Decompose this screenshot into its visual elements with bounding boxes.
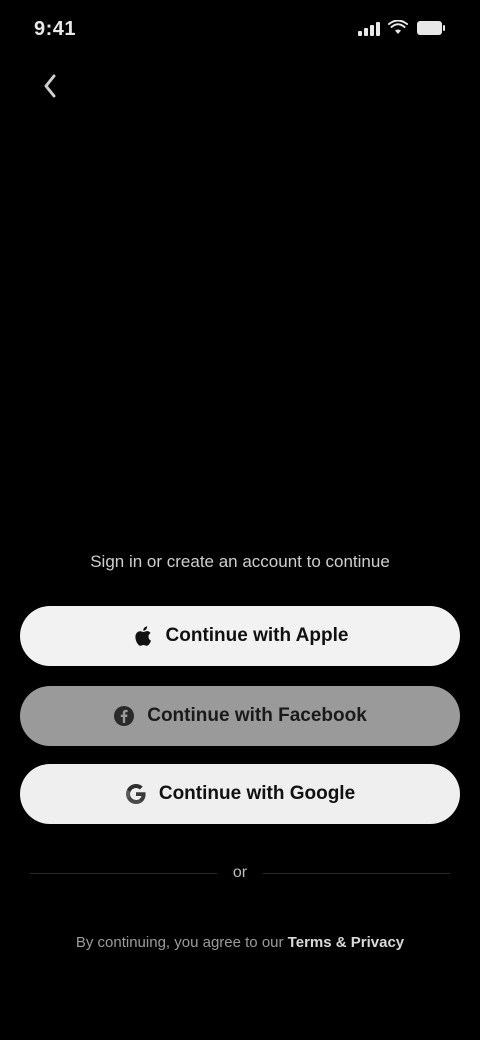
continue-with-google-button[interactable]: Continue with Google <box>20 764 460 824</box>
battery-icon <box>416 20 446 36</box>
continue-with-apple-label: Continue with Apple <box>165 625 349 646</box>
divider-line-left <box>30 872 217 874</box>
signal-icon <box>358 20 380 36</box>
status-time: 9:41 <box>34 18 77 40</box>
screen: 9:41 100 <box>0 0 480 1040</box>
apple-icon <box>132 625 154 647</box>
terms-link[interactable]: Terms & Privacy <box>288 934 404 951</box>
auth-prompt: Sign in or create an account to continue <box>90 552 390 571</box>
wifi-icon <box>388 20 408 36</box>
terms-prefix: By continuing, you agree to our <box>75 934 284 951</box>
divider-line-right <box>263 872 451 874</box>
status-bar: 9:41 100 <box>0 0 480 60</box>
divider-label: or <box>232 864 248 881</box>
continue-with-apple-button[interactable]: Continue with Apple <box>20 606 460 666</box>
continue-with-google-label: Continue with Google <box>158 783 356 804</box>
or-divider: or <box>30 858 451 888</box>
auth-panel: Sign in or create an account to continue… <box>0 520 480 1040</box>
google-icon <box>125 783 147 805</box>
back-button[interactable] <box>30 66 70 106</box>
continue-with-facebook-button[interactable]: Continue with Facebook <box>20 686 460 746</box>
terms-notice: By continuing, you agree to our Terms & … <box>24 934 456 951</box>
continue-with-facebook-label: Continue with Facebook <box>147 705 367 726</box>
facebook-icon <box>113 705 135 727</box>
chevron-left-icon <box>44 74 56 98</box>
status-indicators: 100 <box>358 20 446 36</box>
